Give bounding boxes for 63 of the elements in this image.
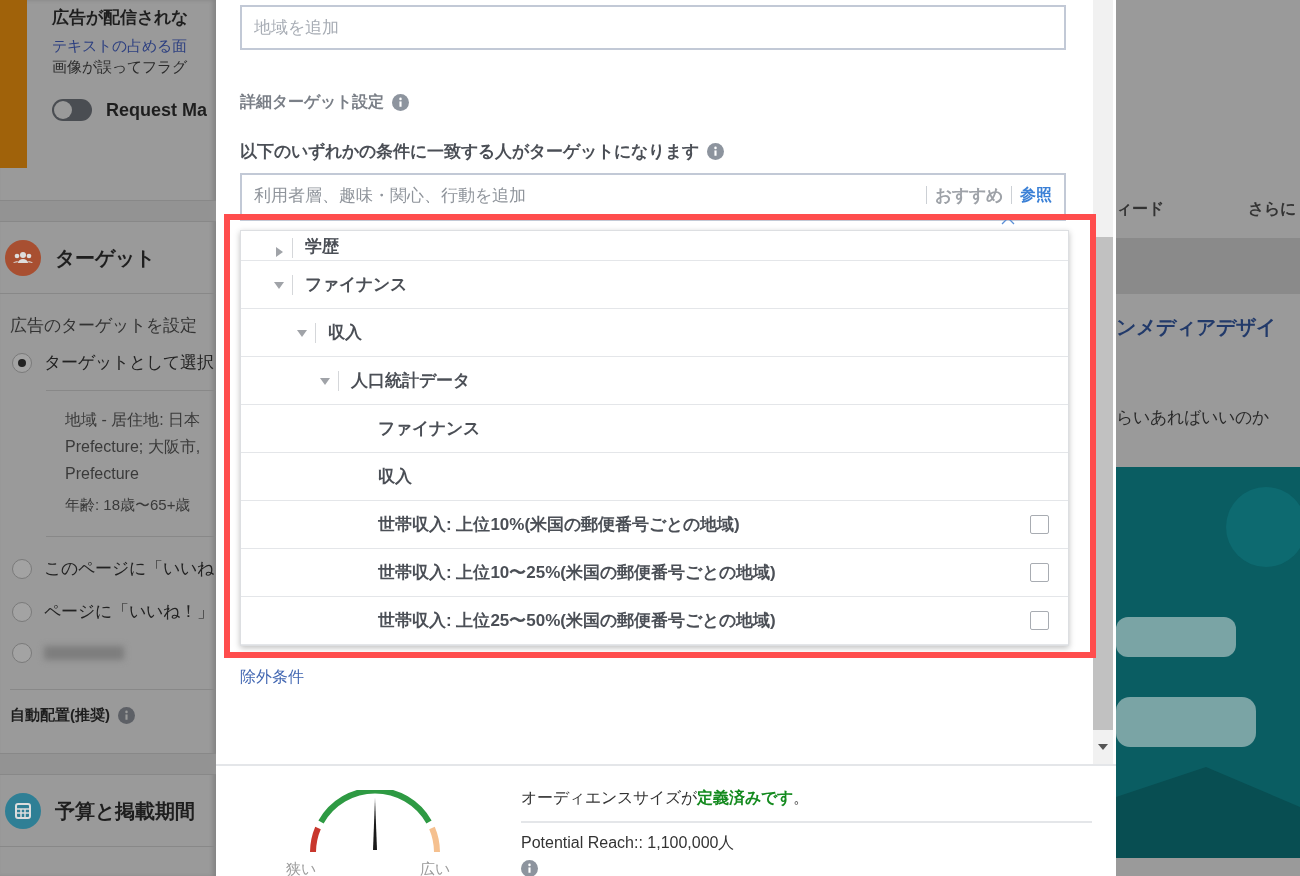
tree-row[interactable]: 世帯収入: 上位10%(米国の郵便番号ごとの地域)	[241, 501, 1068, 549]
radio-button[interactable]	[12, 352, 32, 373]
targeting-detail: 年齢: 18歳〜65+歳	[65, 495, 192, 515]
section-label: 詳細ターゲット設定	[240, 92, 384, 112]
checkbox[interactable]	[1030, 563, 1049, 582]
category-label: 学歴	[305, 236, 339, 258]
nav-tab[interactable]: ィード	[1116, 198, 1164, 220]
people-icon	[5, 240, 41, 276]
category-label: 世帯収入: 上位10%(米国の郵便番号ごとの地域)	[378, 514, 741, 536]
section-title: ターゲット	[55, 245, 155, 271]
gauge-label: 狭い	[286, 860, 316, 876]
calendar-icon	[5, 793, 41, 829]
nav-tab[interactable]: さらに	[1248, 198, 1296, 220]
checkbox[interactable]	[1030, 515, 1049, 534]
tree-row[interactable]: 収入	[241, 309, 1068, 357]
category-label: ファイナンス	[305, 274, 407, 296]
chevron-up-icon[interactable]	[1001, 217, 1015, 225]
targeting-detail: Prefecture; 大阪市,	[65, 437, 202, 457]
radio-button[interactable]	[12, 558, 32, 579]
category-label: 世帯収入: 上位25〜50%(米国の郵便番号ごとの地域)	[378, 610, 777, 632]
radio-label: ターゲットとして選択	[44, 352, 214, 374]
tree-row[interactable]: 学歴	[241, 231, 1068, 261]
banner-link[interactable]: テキストの占める面	[52, 37, 208, 56]
category-label: 収入	[378, 466, 413, 488]
disclosure-triangle-icon[interactable]	[273, 246, 285, 258]
targeting-detail: 地域 - 居住地: 日本	[65, 410, 202, 430]
toggle-label: Request Ma	[106, 99, 208, 121]
tree-row[interactable]: 世帯収入: 上位10〜25%(米国の郵便番号ごとの地域)	[241, 549, 1068, 597]
banner-title: 広告が配信されな	[52, 7, 189, 29]
category-label: 収入	[328, 322, 362, 344]
placement-label: 自動配置(推奨)	[10, 706, 110, 725]
info-icon[interactable]	[521, 860, 538, 876]
gauge-label: 広い	[420, 860, 450, 876]
radio-label: このページに「いいね	[44, 558, 214, 580]
tree-row[interactable]: ファイナンス	[241, 261, 1068, 309]
section-description: 広告のターゲットを設定	[9, 315, 198, 337]
targeting-field[interactable]: 利用者層、趣味・関心、行動を追加 おすすめ 参照	[240, 173, 1066, 221]
audience-message: オーディエンスサイズが定義済みです。	[521, 788, 1092, 823]
article-title: ンメディアデザイ	[1116, 315, 1277, 340]
radio-label: ページに「いいね！」	[44, 601, 214, 623]
radio-button[interactable]	[12, 643, 32, 663]
tree-row[interactable]: 人口統計データ	[241, 357, 1068, 405]
article-text: らいあればいいのか	[1116, 407, 1270, 429]
targeting-detail: Prefecture	[65, 464, 140, 484]
section-label: 以下のいずれかの条件に一致する人がターゲットになります	[240, 141, 699, 163]
tree-row[interactable]: 世帯収入: 上位25〜50%(米国の郵便番号ごとの地域)	[241, 597, 1068, 645]
section-title: 予算と掲載期間	[55, 798, 195, 824]
toggle-switch[interactable]	[52, 99, 92, 121]
potential-reach: Potential Reach:: 1,100,000人	[521, 833, 736, 853]
exclude-link[interactable]: 除外条件	[240, 668, 304, 685]
info-icon[interactable]	[118, 707, 135, 724]
banner-text: 画像が誤ってフラグ	[52, 58, 188, 77]
info-icon[interactable]	[392, 94, 409, 111]
info-icon[interactable]	[707, 143, 724, 160]
tree-row[interactable]: ファイナンス	[241, 405, 1068, 453]
tree-row[interactable]: 収入	[241, 453, 1068, 501]
browse-link[interactable]: 参照	[1020, 184, 1052, 206]
scroll-down-arrow-icon[interactable]	[1098, 744, 1108, 750]
category-label: ファイナンス	[378, 418, 481, 440]
category-label: 人口統計データ	[351, 370, 470, 392]
checkbox[interactable]	[1030, 611, 1049, 630]
radio-button[interactable]	[12, 601, 32, 622]
category-label: 世帯収入: 上位10〜25%(米国の郵便番号ごとの地域)	[378, 562, 777, 584]
